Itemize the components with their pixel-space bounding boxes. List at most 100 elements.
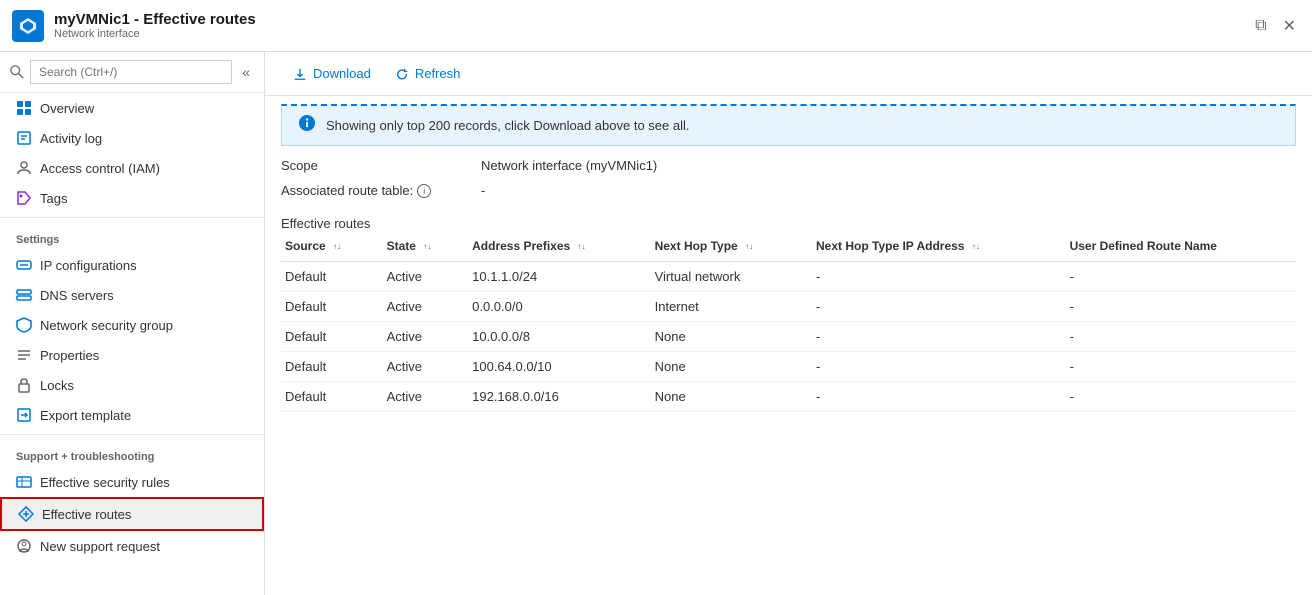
cell-nextHopType: Internet: [651, 292, 812, 322]
sidebar-item-effective-routes[interactable]: Effective routes: [0, 497, 264, 531]
close-button[interactable]: ✕: [1279, 12, 1300, 40]
cell-state: Active: [383, 322, 469, 352]
title-bar: myVMNic1 - Effective routes Network inte…: [0, 0, 1312, 52]
col-source[interactable]: Source ↑↓: [281, 231, 383, 262]
details-section: Scope Network interface (myVMNic1) Assoc…: [265, 146, 1312, 208]
sort-state-icon[interactable]: ↑↓: [423, 243, 431, 251]
network-security-group-icon: [16, 317, 32, 333]
sidebar-item-tags[interactable]: Tags: [0, 183, 264, 213]
cell-nextHopTypeIP: -: [812, 322, 1066, 352]
properties-icon: [16, 347, 32, 363]
app-logo: [12, 10, 44, 42]
download-button[interactable]: Download: [281, 62, 383, 85]
effective-security-rules-icon: [16, 474, 32, 490]
cell-addressPrefixes: 192.168.0.0/16: [468, 382, 650, 412]
cell-state: Active: [383, 382, 469, 412]
cell-state: Active: [383, 262, 469, 292]
sidebar-item-export-template[interactable]: Export template: [0, 400, 264, 430]
effective-routes-icon: [18, 506, 34, 522]
sidebar-navigation: Overview Activity log Access control (IA…: [0, 93, 264, 595]
info-banner-text: Showing only top 200 records, click Down…: [326, 118, 690, 133]
route-table-value: -: [481, 183, 485, 198]
cell-nextHopTypeIP: -: [812, 292, 1066, 322]
sidebar-item-label: Properties: [40, 348, 99, 363]
resource-type: Network interface: [54, 28, 256, 40]
sort-address-icon[interactable]: ↑↓: [578, 243, 586, 251]
sidebar-item-ip-configurations[interactable]: IP configurations: [0, 250, 264, 280]
route-table-label: Associated route table: i: [281, 183, 481, 198]
routes-table: Source ↑↓ State ↑↓ Address Prefixes ↑↓: [281, 231, 1296, 412]
refresh-button[interactable]: Refresh: [383, 62, 473, 85]
new-support-request-icon: [16, 538, 32, 554]
col-next-hop-type[interactable]: Next Hop Type ↑↓: [651, 231, 812, 262]
cell-addressPrefixes: 100.64.0.0/10: [468, 352, 650, 382]
cell-nextHopType: None: [651, 382, 812, 412]
table-row: DefaultActive10.0.0.0/8None--: [281, 322, 1296, 352]
cell-state: Active: [383, 352, 469, 382]
sort-hop-type-icon[interactable]: ↑↓: [745, 243, 753, 251]
info-banner: Showing only top 200 records, click Down…: [281, 104, 1296, 146]
table-row: DefaultActive100.64.0.0/10None--: [281, 352, 1296, 382]
overview-icon: [16, 100, 32, 116]
cell-userDefinedRouteName: -: [1066, 292, 1296, 322]
cell-userDefinedRouteName: -: [1066, 262, 1296, 292]
search-input[interactable]: [30, 60, 232, 84]
cell-nextHopTypeIP: -: [812, 352, 1066, 382]
nav-divider-support: [0, 434, 264, 435]
cell-nextHopTypeIP: -: [812, 262, 1066, 292]
sidebar-item-label: Overview: [40, 101, 94, 116]
cell-addressPrefixes: 10.1.1.0/24: [468, 262, 650, 292]
export-template-icon: [16, 407, 32, 423]
sidebar-item-new-support-request[interactable]: New support request: [0, 531, 264, 561]
activity-log-icon: [16, 130, 32, 146]
sidebar-item-activity-log[interactable]: Activity log: [0, 123, 264, 153]
cell-addressPrefixes: 0.0.0.0/0: [468, 292, 650, 322]
col-user-defined-route[interactable]: User Defined Route Name: [1066, 231, 1296, 262]
sidebar-item-label: Export template: [40, 408, 131, 423]
sidebar-search-container: «: [0, 52, 264, 93]
sidebar-item-dns-servers[interactable]: DNS servers: [0, 280, 264, 310]
content-area: Download Refresh Showing only top 200 re…: [265, 52, 1312, 595]
routes-table-container: Source ↑↓ State ↑↓ Address Prefixes ↑↓: [265, 231, 1312, 595]
sort-hop-ip-icon[interactable]: ↑↓: [972, 243, 980, 251]
sidebar-item-label: DNS servers: [40, 288, 114, 303]
table-row: DefaultActive0.0.0.0/0Internet--: [281, 292, 1296, 322]
collapse-sidebar-button[interactable]: «: [238, 62, 254, 82]
cell-source: Default: [281, 352, 383, 382]
sidebar-item-overview[interactable]: Overview: [0, 93, 264, 123]
cell-userDefinedRouteName: -: [1066, 352, 1296, 382]
col-address-prefixes[interactable]: Address Prefixes ↑↓: [468, 231, 650, 262]
page-title: myVMNic1 - Effective routes: [54, 11, 256, 28]
tags-icon: [16, 190, 32, 206]
sidebar-item-label: Network security group: [40, 318, 173, 333]
sidebar-item-effective-security-rules[interactable]: Effective security rules: [0, 467, 264, 497]
cell-state: Active: [383, 292, 469, 322]
scope-label: Scope: [281, 158, 481, 173]
sort-source-icon[interactable]: ↑↓: [333, 243, 341, 251]
route-table-info-icon[interactable]: i: [417, 184, 431, 198]
sidebar-item-network-security-group[interactable]: Network security group: [0, 310, 264, 340]
toolbar: Download Refresh: [265, 52, 1312, 96]
cell-nextHopType: Virtual network: [651, 262, 812, 292]
col-state[interactable]: State ↑↓: [383, 231, 469, 262]
sidebar-item-properties[interactable]: Properties: [0, 340, 264, 370]
cell-nextHopType: None: [651, 352, 812, 382]
sidebar-item-label: Tags: [40, 191, 67, 206]
sidebar-item-label: IP configurations: [40, 258, 137, 273]
refresh-icon: [395, 67, 409, 81]
sidebar-item-access-control[interactable]: Access control (IAM): [0, 153, 264, 183]
sidebar-item-locks[interactable]: Locks: [0, 370, 264, 400]
scope-value: Network interface (myVMNic1): [481, 158, 657, 173]
cell-nextHopTypeIP: -: [812, 382, 1066, 412]
locks-icon: [16, 377, 32, 393]
cell-userDefinedRouteName: -: [1066, 382, 1296, 412]
support-section-title: Support + troubleshooting: [0, 439, 264, 467]
cell-userDefinedRouteName: -: [1066, 322, 1296, 352]
sidebar-item-label: Activity log: [40, 131, 102, 146]
cell-nextHopType: None: [651, 322, 812, 352]
col-next-hop-ip[interactable]: Next Hop Type IP Address ↑↓: [812, 231, 1066, 262]
cell-source: Default: [281, 322, 383, 352]
access-control-icon: [16, 160, 32, 176]
download-icon: [293, 67, 307, 81]
maximize-button[interactable]: ⧉: [1251, 12, 1270, 40]
